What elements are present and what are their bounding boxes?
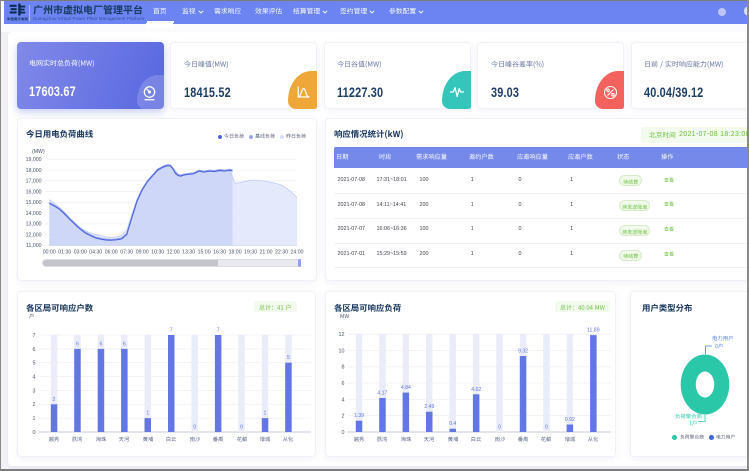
svg-text:6: 6 — [76, 341, 79, 347]
svg-text:2: 2 — [341, 414, 344, 420]
svg-text:00:00: 00:00 — [43, 250, 56, 256]
svg-text:17,000: 17,000 — [26, 179, 42, 185]
svg-text:15:00: 15:00 — [198, 250, 211, 256]
svg-text:01:30: 01:30 — [58, 250, 71, 256]
svg-text:10: 10 — [338, 348, 344, 354]
svg-text:5: 5 — [32, 361, 35, 367]
svg-text:19,000: 19,000 — [26, 157, 42, 163]
svg-text:2: 2 — [53, 397, 56, 403]
svg-text:06:00: 06:00 — [105, 250, 118, 256]
svg-text:11.89: 11.89 — [587, 328, 600, 334]
svg-text:4: 4 — [341, 397, 344, 403]
svg-text:18,000: 18,000 — [26, 168, 42, 174]
svg-text:7: 7 — [170, 328, 173, 334]
svg-text:0: 0 — [545, 425, 548, 431]
svg-text:1: 1 — [146, 411, 149, 417]
svg-text:0: 0 — [32, 430, 35, 436]
svg-text:8: 8 — [341, 365, 344, 371]
svg-text:4: 4 — [32, 375, 35, 381]
svg-text:6: 6 — [99, 341, 102, 347]
svg-text:15,000: 15,000 — [26, 200, 42, 206]
svg-text:3: 3 — [32, 388, 35, 394]
svg-text:0.92: 0.92 — [565, 417, 575, 423]
svg-text:07:30: 07:30 — [120, 250, 133, 256]
svg-text:5: 5 — [287, 355, 290, 361]
svg-text:12: 12 — [338, 332, 344, 338]
svg-text:2.49: 2.49 — [424, 404, 434, 410]
svg-text:04:30: 04:30 — [89, 250, 102, 256]
svg-text:1: 1 — [32, 416, 35, 422]
svg-text:7: 7 — [32, 333, 35, 339]
svg-text:1: 1 — [264, 411, 267, 417]
svg-text:13:30: 13:30 — [182, 250, 195, 256]
svg-text:19:30: 19:30 — [244, 250, 257, 256]
svg-text:0: 0 — [341, 430, 344, 436]
svg-text:0: 0 — [240, 425, 243, 431]
svg-text:0: 0 — [193, 425, 196, 431]
svg-text:7: 7 — [217, 328, 220, 334]
svg-text:9.32: 9.32 — [518, 349, 528, 355]
svg-text:21:00: 21:00 — [259, 250, 272, 256]
svg-text:18:00: 18:00 — [229, 250, 242, 256]
svg-text:4.62: 4.62 — [471, 387, 481, 393]
svg-text:0.4: 0.4 — [449, 421, 456, 427]
svg-text:6: 6 — [341, 381, 344, 387]
svg-text:16:30: 16:30 — [213, 250, 226, 256]
svg-text:4.17: 4.17 — [377, 391, 387, 397]
svg-text:22:30: 22:30 — [275, 250, 288, 256]
svg-text:1.39: 1.39 — [354, 413, 364, 419]
svg-text:6: 6 — [123, 341, 126, 347]
svg-text:12:00: 12:00 — [167, 250, 180, 256]
svg-text:24:00: 24:00 — [290, 250, 303, 256]
svg-text:13,000: 13,000 — [26, 222, 42, 228]
svg-text:03:00: 03:00 — [74, 250, 87, 256]
svg-text:12,000: 12,000 — [26, 232, 42, 238]
svg-text:10:30: 10:30 — [151, 250, 164, 256]
svg-text:09:00: 09:00 — [136, 250, 149, 256]
svg-text:6: 6 — [32, 347, 35, 353]
svg-text:4.84: 4.84 — [401, 385, 411, 391]
svg-text:16,000: 16,000 — [26, 189, 42, 195]
svg-text:14,000: 14,000 — [26, 211, 42, 217]
svg-text:2: 2 — [32, 402, 35, 408]
svg-text:(MW): (MW) — [32, 149, 45, 155]
svg-text:11,000: 11,000 — [26, 243, 42, 249]
svg-text:0: 0 — [498, 425, 501, 431]
